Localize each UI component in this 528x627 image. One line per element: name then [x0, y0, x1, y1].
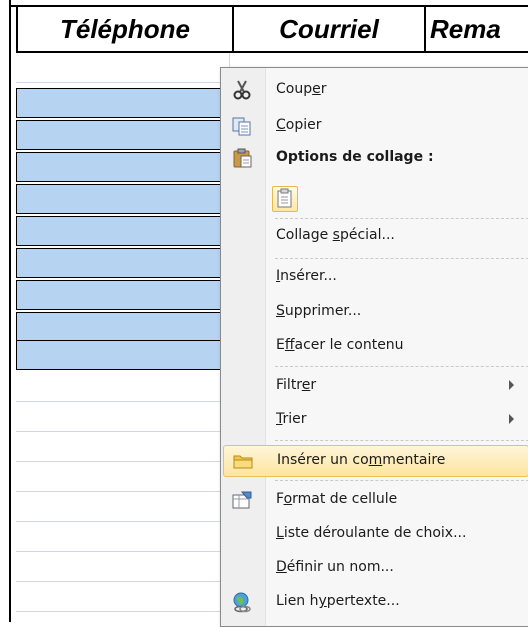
menu-separator: [275, 480, 528, 481]
menu-item-label: Insérer un commentaire: [277, 452, 446, 468]
table-row[interactable]: [16, 462, 230, 492]
paste-option-button[interactable]: [272, 186, 298, 212]
sheet-border: [9, 0, 11, 622]
menu-separator: [275, 440, 528, 441]
context-menu: Couper Copier Options de collage : Colla…: [220, 67, 528, 627]
selected-cell[interactable]: [16, 248, 230, 278]
table-row[interactable]: [16, 492, 230, 522]
table-row[interactable]: [16, 53, 230, 83]
menu-item-label: Filtrer: [276, 377, 317, 393]
menu-item-copy[interactable]: Copier: [221, 110, 528, 142]
menu-item-hyperlink[interactable]: Lien hypertexte...: [221, 586, 528, 618]
header-courriel[interactable]: Courriel: [232, 5, 424, 53]
menu-item-dropdown-list[interactable]: Liste déroulante de choix...: [221, 518, 528, 550]
selected-cell[interactable]: [16, 216, 230, 246]
menu-item-sort[interactable]: Trier: [221, 404, 528, 436]
menu-item-label: Liste déroulante de choix...: [276, 525, 467, 541]
table-row[interactable]: [16, 552, 230, 582]
menu-item-label: Supprimer...: [276, 303, 362, 319]
table-row[interactable]: [16, 402, 230, 432]
submenu-arrow-icon: [509, 414, 514, 424]
menu-item-label: Couper: [276, 81, 327, 97]
table-row[interactable]: [16, 372, 230, 402]
menu-item-filter[interactable]: Filtrer: [221, 370, 528, 402]
header-telephone[interactable]: Téléphone: [16, 5, 232, 53]
selected-cell[interactable]: [16, 152, 230, 182]
menu-item-label: Insérer...: [276, 268, 337, 284]
menu-item-label: Effacer le contenu: [276, 337, 404, 353]
sheet-border-top: [9, 5, 16, 7]
menu-item-label: Collage spécial...: [276, 227, 395, 243]
selected-cell[interactable]: [16, 340, 230, 370]
clipboard-icon: [231, 147, 253, 169]
scissors-icon: [231, 79, 253, 101]
table-row[interactable]: [16, 522, 230, 552]
folder-comment-icon: [232, 450, 254, 472]
menu-separator: [275, 218, 528, 219]
menu-item-label: Trier: [276, 411, 307, 427]
menu-item-paste-special[interactable]: Collage spécial...: [221, 220, 528, 252]
submenu-arrow-icon: [509, 380, 514, 390]
menu-separator: [275, 258, 528, 259]
menu-item-label: Définir un nom...: [276, 559, 394, 575]
selected-cell[interactable]: [16, 184, 230, 214]
selected-cell[interactable]: [16, 280, 230, 310]
paste-option-icon: [277, 188, 292, 208]
table-row[interactable]: [16, 582, 230, 612]
menu-item-insert[interactable]: Insérer...: [221, 261, 528, 293]
copy-icon: [231, 115, 253, 137]
paste-options-heading: Options de collage :: [276, 149, 434, 165]
format-cells-icon: [231, 489, 253, 511]
menu-item-label: Format de cellule: [276, 491, 398, 507]
menu-item-label: Lien hypertexte...: [276, 593, 400, 609]
selected-cell[interactable]: [16, 312, 230, 342]
menu-item-cut[interactable]: Couper: [221, 74, 528, 106]
hyperlink-globe-icon: [231, 591, 253, 613]
menu-item-delete[interactable]: Supprimer...: [221, 296, 528, 328]
menu-item-paste-options: Options de collage :: [221, 142, 528, 174]
menu-item-define-name[interactable]: Définir un nom...: [221, 552, 528, 584]
menu-item-format-cells[interactable]: Format de cellule: [221, 484, 528, 516]
menu-separator: [275, 366, 528, 367]
table-row[interactable]: [16, 432, 230, 462]
selected-cell[interactable]: [16, 88, 230, 118]
menu-item-insert-comment[interactable]: Insérer un commentaire: [223, 445, 528, 477]
header-remarques[interactable]: Rema: [424, 5, 528, 53]
menu-item-clear-contents[interactable]: Effacer le contenu: [221, 330, 528, 362]
selected-cell[interactable]: [16, 120, 230, 150]
menu-item-label: Copier: [276, 117, 322, 133]
